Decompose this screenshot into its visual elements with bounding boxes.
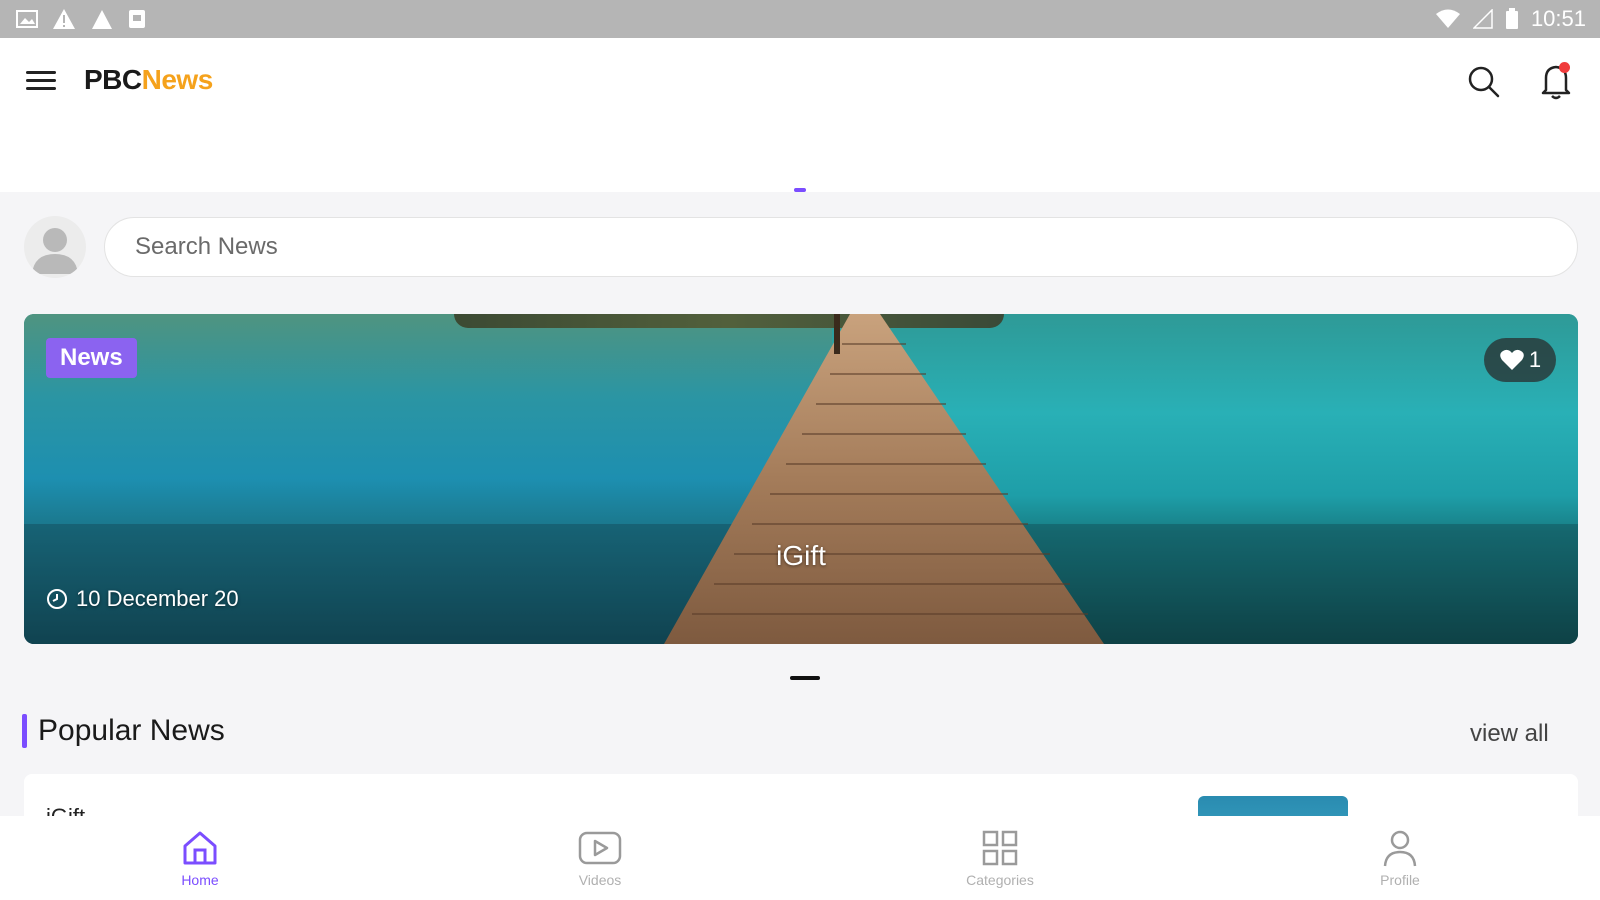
wifi-icon — [1435, 9, 1460, 28]
image-icon — [16, 10, 38, 28]
status-bar: 10:51 — [0, 0, 1600, 38]
avatar-icon — [32, 228, 78, 274]
logo-prefix: PBC — [84, 64, 142, 95]
hamburger-icon-line — [26, 71, 56, 74]
app-logo: PBCNews — [84, 64, 213, 96]
search-input[interactable] — [104, 217, 1578, 277]
search-button[interactable] — [1466, 64, 1502, 100]
home-icon — [183, 831, 217, 865]
carousel-indicator — [790, 676, 820, 680]
hamburger-icon-line — [26, 87, 56, 90]
nav-profile[interactable]: Profile — [1340, 828, 1460, 888]
popular-news-title: Popular News — [38, 714, 225, 747]
tab-indicator — [794, 188, 806, 192]
section-accent-bar — [22, 714, 27, 748]
hero-date: 10 December 20 — [46, 586, 239, 612]
nav-profile-label: Profile — [1380, 872, 1420, 888]
clock-icon — [47, 589, 67, 609]
like-button[interactable]: 1 — [1484, 338, 1556, 382]
logo-suffix: News — [141, 64, 214, 95]
menu-button[interactable] — [26, 66, 58, 96]
signal-icon — [1472, 9, 1493, 29]
status-system: 10:51 — [1435, 6, 1586, 32]
warning-icon — [53, 9, 75, 29]
battery-icon — [1505, 8, 1518, 29]
hero-title: iGift — [776, 540, 826, 571]
hamburger-icon-line — [26, 79, 56, 82]
nav-categories[interactable]: Categories — [940, 828, 1060, 888]
status-notifications — [16, 8, 146, 30]
heart-icon — [1500, 349, 1524, 370]
app-bar: PBCNews — [0, 38, 1600, 192]
nav-videos-label: Videos — [578, 872, 622, 888]
nav-categories-label: Categories — [966, 872, 1034, 888]
notification-dot — [1559, 62, 1570, 73]
view-all-link[interactable]: view all — [1470, 720, 1549, 748]
nav-home-label: Home — [181, 872, 219, 888]
search-icon — [1468, 66, 1500, 98]
nav-home[interactable]: Home — [140, 828, 260, 888]
category-badge: News — [46, 338, 137, 378]
avatar[interactable] — [24, 216, 86, 278]
bottom-navigation: Home Videos Categories Profile — [0, 816, 1600, 900]
nav-videos[interactable]: Videos — [540, 828, 660, 888]
notifications-button[interactable] — [1538, 60, 1574, 100]
person-icon — [1383, 830, 1417, 867]
hero-date-text: 10 December 20 — [76, 586, 239, 611]
play-icon — [578, 831, 622, 865]
featured-news-card[interactable]: News 1 iGift 10 December 20 — [24, 314, 1578, 644]
app-notification-icon — [92, 10, 112, 29]
hero-image-pier — [664, 314, 1104, 644]
status-time: 10:51 — [1530, 6, 1586, 31]
document-icon — [129, 10, 145, 28]
like-count: 1 — [1528, 347, 1542, 372]
grid-icon — [982, 830, 1018, 866]
